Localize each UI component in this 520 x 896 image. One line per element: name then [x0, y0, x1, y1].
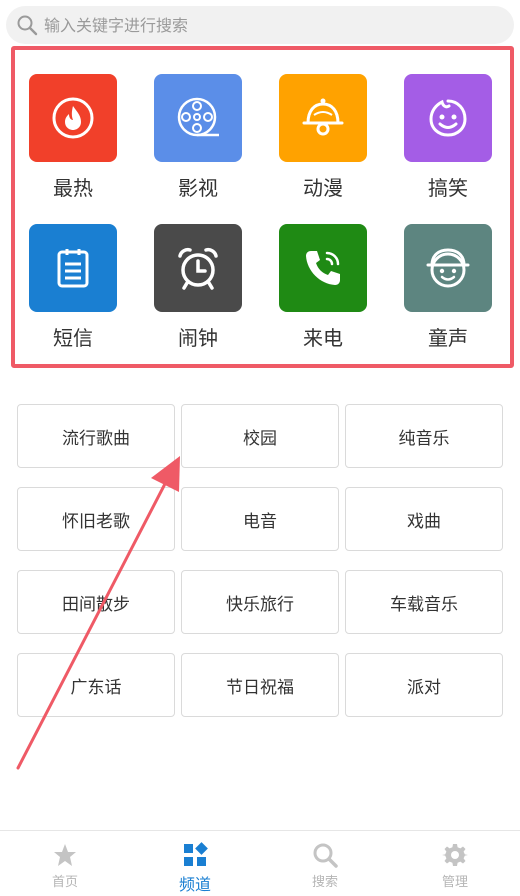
category-label: 童声	[428, 326, 468, 350]
film-reel-icon	[154, 74, 242, 162]
tag-button[interactable]: 派对	[345, 653, 503, 717]
tag-button[interactable]: 怀旧老歌	[17, 487, 175, 551]
category-label: 动漫	[303, 176, 343, 200]
tab-manage[interactable]: 管理	[390, 831, 520, 896]
category-alarm[interactable]: 闹钟	[138, 224, 258, 350]
tag-button[interactable]: 车载音乐	[345, 570, 503, 634]
tag-button[interactable]: 纯音乐	[345, 404, 503, 468]
category-funny[interactable]: 搞笑	[388, 74, 508, 200]
category-label: 闹钟	[178, 326, 218, 350]
search-icon	[14, 12, 40, 38]
kid-face-icon	[404, 224, 492, 312]
tab-label: 搜索	[311, 875, 338, 890]
tab-label: 频道	[178, 875, 211, 894]
search-icon	[311, 841, 339, 869]
tab-search[interactable]: 搜索	[260, 831, 390, 896]
category-film[interactable]: 影视	[138, 74, 258, 200]
tag-button[interactable]: 广东话	[17, 653, 175, 717]
star-icon	[51, 841, 79, 869]
category-ringtone[interactable]: 来电	[263, 224, 383, 350]
category-label: 最热	[53, 176, 93, 200]
alarm-clock-icon	[154, 224, 242, 312]
tag-button[interactable]: 流行歌曲	[17, 404, 175, 468]
bell-icon	[279, 74, 367, 162]
smile-icon	[404, 74, 492, 162]
category-hot[interactable]: 最热	[13, 74, 133, 200]
tag-button[interactable]: 快乐旅行	[181, 570, 339, 634]
fire-icon	[29, 74, 117, 162]
category-anime[interactable]: 动漫	[263, 74, 383, 200]
tag-button[interactable]: 戏曲	[345, 487, 503, 551]
category-label: 来电	[303, 326, 343, 350]
search-input[interactable]	[40, 6, 514, 44]
search-bar[interactable]	[6, 6, 514, 44]
tab-label: 管理	[441, 875, 468, 890]
clipboard-icon	[29, 224, 117, 312]
tab-label: 首页	[51, 875, 78, 890]
category-sms[interactable]: 短信	[13, 224, 133, 350]
phone-icon	[279, 224, 367, 312]
tag-button[interactable]: 田间散步	[17, 570, 175, 634]
tag-button[interactable]: 节日祝福	[181, 653, 339, 717]
category-label: 短信	[53, 326, 93, 350]
bottom-tab-bar: 首页 频道 搜索 管理	[0, 830, 520, 896]
category-kids[interactable]: 童声	[388, 224, 508, 350]
tag-button[interactable]: 电音	[181, 487, 339, 551]
gear-icon	[441, 841, 469, 869]
tag-button[interactable]: 校园	[181, 404, 339, 468]
tab-home[interactable]: 首页	[0, 831, 130, 896]
category-label: 影视	[178, 176, 218, 200]
grid-icon	[181, 841, 209, 869]
tab-channel[interactable]: 频道	[130, 831, 260, 896]
category-label: 搞笑	[428, 176, 468, 200]
